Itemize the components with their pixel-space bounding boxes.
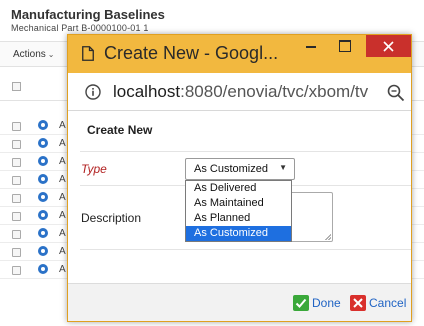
row-checkbox[interactable]: [12, 266, 21, 275]
type-option-as-delivered[interactable]: As Delivered: [186, 181, 291, 196]
window-titlebar[interactable]: Create New - Googl...: [68, 35, 411, 73]
url-text[interactable]: localhost:8080/enovia/tvc/xbom/tv: [113, 82, 383, 102]
maximize-button[interactable]: [328, 35, 362, 59]
actions-label: Actions: [13, 49, 46, 60]
type-selected-value: As Customized: [194, 163, 268, 175]
baseline-icon: [38, 246, 48, 256]
baseline-icon: [38, 120, 48, 130]
page-title: Manufacturing Baselines: [11, 7, 165, 22]
baseline-icon: [38, 156, 48, 166]
info-icon[interactable]: [85, 84, 101, 100]
baseline-icon: [38, 210, 48, 220]
resize-grip-icon[interactable]: [325, 234, 331, 240]
done-label: Done: [312, 295, 341, 310]
cancel-button[interactable]: Cancel: [350, 294, 406, 312]
zoom-icon[interactable]: [387, 84, 405, 102]
row-label: A: [59, 246, 66, 257]
row-label: A: [59, 138, 66, 149]
url-host: localhost: [113, 82, 181, 101]
divider: [80, 249, 411, 250]
type-dropdown-list: As Delivered As Maintained As Planned As…: [185, 180, 292, 242]
row-checkbox[interactable]: [12, 212, 21, 221]
row-label: A: [59, 228, 66, 239]
type-select[interactable]: As Customized ▼: [185, 158, 295, 180]
divider: [80, 151, 411, 152]
done-button[interactable]: Done: [293, 294, 341, 312]
type-option-as-customized[interactable]: As Customized: [186, 226, 291, 241]
type-option-as-maintained[interactable]: As Maintained: [186, 196, 291, 211]
url-path: :8080/enovia/tvc/xbom/tv: [180, 82, 369, 101]
baseline-icon: [38, 264, 48, 274]
type-label: Type: [81, 162, 107, 176]
row-checkbox[interactable]: [12, 122, 21, 131]
create-new-popup-window: Create New - Googl... localhost:8080/eno…: [67, 34, 412, 322]
baseline-icon: [38, 228, 48, 238]
close-window-button[interactable]: [366, 35, 411, 57]
checkmark-icon: [293, 294, 309, 311]
select-all-checkbox[interactable]: [12, 82, 21, 91]
type-option-as-planned[interactable]: As Planned: [186, 211, 291, 226]
form-title: Create New: [87, 123, 153, 137]
close-icon: [383, 41, 394, 52]
row-checkbox[interactable]: [12, 248, 21, 257]
row-checkbox[interactable]: [12, 158, 21, 167]
chevron-down-icon: ⌄: [47, 50, 55, 59]
description-label: Description: [81, 211, 142, 225]
row-label: A: [59, 264, 66, 275]
page-subtitle: Mechanical Part B-0000100-01 1: [11, 23, 149, 33]
row-label: A: [59, 210, 66, 221]
address-bar[interactable]: localhost:8080/enovia/tvc/xbom/tv: [68, 73, 411, 111]
row-checkbox[interactable]: [12, 176, 21, 185]
row-checkbox[interactable]: [12, 194, 21, 203]
row-label: A: [59, 120, 66, 131]
baseline-icon: [38, 174, 48, 184]
row-label: A: [59, 192, 66, 203]
row-label: A: [59, 174, 66, 185]
row-checkbox[interactable]: [12, 140, 21, 149]
dialog-footer: Done Cancel: [68, 283, 411, 321]
document-icon: [82, 46, 94, 61]
cancel-label: Cancel: [369, 295, 407, 310]
row-checkbox[interactable]: [12, 230, 21, 239]
minimize-button[interactable]: [294, 35, 328, 59]
window-title: Create New - Googl...: [104, 43, 279, 63]
actions-menu-button[interactable]: Actions ⌄: [13, 49, 55, 60]
baseline-icon: [38, 192, 48, 202]
dropdown-arrow-icon: ▼: [279, 163, 287, 172]
cancel-icon: [350, 294, 366, 311]
baseline-icon: [38, 138, 48, 148]
row-label: A: [59, 156, 66, 167]
